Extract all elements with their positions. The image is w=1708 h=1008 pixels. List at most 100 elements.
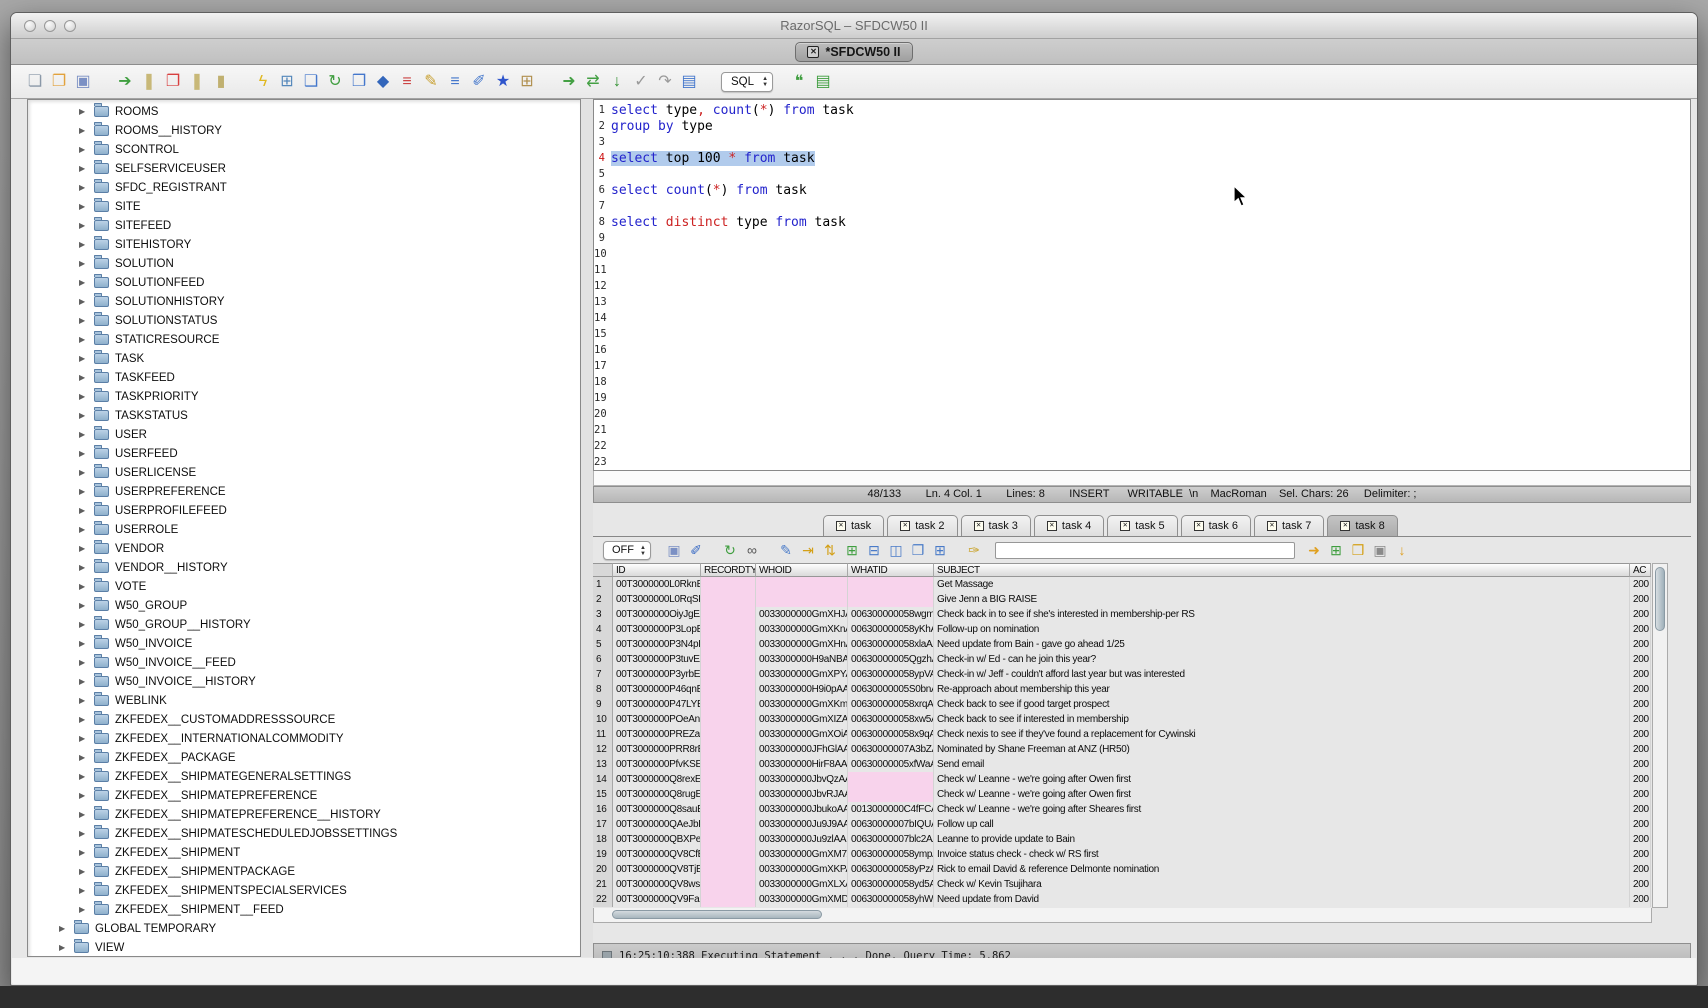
column-header-recordtypeid[interactable]: RECORDTYPEID [701, 563, 756, 577]
expander-icon[interactable]: ▶ [79, 601, 90, 610]
expander-icon[interactable]: ▶ [79, 449, 90, 458]
expander-icon[interactable]: ▶ [79, 392, 90, 401]
tree-item-solutionfeed[interactable]: ▶SOLUTIONFEED [28, 273, 580, 292]
table-row[interactable]: 2000T3000000QV8TjEAL0033000000GmXKPAA300… [593, 862, 1668, 877]
database-icon[interactable]: ▮ [209, 71, 233, 93]
tab-close-icon[interactable]: ✕ [1194, 521, 1204, 531]
table-row[interactable]: 1500T3000000Q8rugEAB0033000000JbvRJAAZCh… [593, 787, 1668, 802]
tree-item-sitefeed[interactable]: ▶SITEFEED [28, 216, 580, 235]
expander-icon[interactable]: ▶ [79, 886, 90, 895]
expander-icon[interactable]: ▶ [79, 487, 90, 496]
table-columns-icon[interactable]: ◫ [885, 539, 907, 561]
insert-row-icon[interactable]: ⇥ [797, 539, 819, 561]
reconnect-icon[interactable]: ⇄ [581, 71, 605, 93]
table-list-icon[interactable]: ⊟ [863, 539, 885, 561]
database-tree[interactable]: ▶ROOMS▶ROOMS__HISTORY▶SCONTROL▶SELFSERVI… [27, 99, 581, 957]
tree-item-zkfedex-shipmategeneralsettings[interactable]: ▶ZKFEDEX__SHIPMATEGENERALSETTINGS [28, 767, 580, 786]
tree-item-weblink[interactable]: ▶WEBLINK [28, 691, 580, 710]
tree-item-w50-invoice-history[interactable]: ▶W50_INVOICE__HISTORY [28, 672, 580, 691]
expander-icon[interactable]: ▶ [79, 240, 90, 249]
tree-item-rooms[interactable]: ▶ROOMS [28, 102, 580, 121]
table-row[interactable]: 1900T3000000QV8CfEAL0033000000GmXM7AAN00… [593, 847, 1668, 862]
notes-icon[interactable]: ❒ [1347, 539, 1369, 561]
horizontal-scrollbar-thumb[interactable] [612, 910, 822, 919]
table-refresh-icon[interactable]: ⊞ [841, 539, 863, 561]
tree-item-userpreference[interactable]: ▶USERPREFERENCE [28, 482, 580, 501]
table-row[interactable]: 2100T3000000QV8wsEAD0033000000GmXLXAA300… [593, 877, 1668, 892]
tree-item-zkfedex-customaddresssource[interactable]: ▶ZKFEDEX__CUSTOMADDRESSSOURCE [28, 710, 580, 729]
fetch-icon[interactable]: ↓ [605, 71, 629, 93]
expander-icon[interactable]: ▶ [79, 544, 90, 553]
tree-item-vote[interactable]: ▶VOTE [28, 577, 580, 596]
expander-icon[interactable]: ▶ [79, 677, 90, 686]
tree-item-zkfedex-shipmentpackage[interactable]: ▶ZKFEDEX__SHIPMENTPACKAGE [28, 862, 580, 881]
document-tab[interactable]: ✕ *SFDCW50 II [795, 42, 912, 62]
table-row[interactable]: 100T3000000L0RknEAFGet Massage200 [593, 577, 1668, 592]
sql-editor[interactable]: 1select type, count(*) from task2group b… [593, 99, 1691, 471]
column-header-subject[interactable]: SUBJECT [934, 563, 1630, 577]
commit-icon[interactable]: ✓ [629, 71, 653, 93]
expander-icon[interactable]: ▶ [79, 658, 90, 667]
next-result-icon[interactable]: ➜ [1303, 539, 1325, 561]
table-row[interactable]: 1800T3000000QBXPeEAP0033000000Ju9zlAAB00… [593, 832, 1668, 847]
tab-close-icon[interactable]: ✕ [1340, 521, 1350, 531]
filter-icon[interactable]: ✐ [685, 539, 707, 561]
tree-item-zkfedex-package[interactable]: ▶ZKFEDEX__PACKAGE [28, 748, 580, 767]
table-row[interactable]: 1600T3000000Q8sauEAB0033000000JbukoAAB00… [593, 802, 1668, 817]
sort-icon[interactable]: ⇅ [819, 539, 841, 561]
tree-item-solution[interactable]: ▶SOLUTION [28, 254, 580, 273]
results-vertical-scrollbar[interactable] [1652, 563, 1668, 908]
tree-item-sitehistory[interactable]: ▶SITEHISTORY [28, 235, 580, 254]
close-window-icon[interactable] [24, 20, 36, 32]
results-horizontal-scrollbar[interactable] [593, 908, 1652, 923]
expander-icon[interactable]: ▶ [79, 126, 90, 135]
sql-doc-icon[interactable]: ❒ [347, 71, 371, 93]
tree-item-vendor-history[interactable]: ▶VENDOR__HISTORY [28, 558, 580, 577]
tree-item-taskstatus[interactable]: ▶TASKSTATUS [28, 406, 580, 425]
result-tab-task-4[interactable]: ✕task 4 [1034, 515, 1104, 536]
new-connection-icon[interactable]: ❚ [185, 71, 209, 93]
column-header-ac[interactable]: AC [1630, 563, 1651, 577]
title-bar[interactable]: RazorSQL – SFDCW50 II [11, 13, 1697, 39]
tree-item-user[interactable]: ▶USER [28, 425, 580, 444]
result-tab-task-3[interactable]: ✕task 3 [961, 515, 1031, 536]
expander-icon[interactable]: ▶ [79, 753, 90, 762]
table-row[interactable]: 300T3000000OiyJgEAJ0033000000GmXHJAA3006… [593, 607, 1668, 622]
table-row[interactable]: 800T3000000P46qnEAB0033000000H9i0pAAB006… [593, 682, 1668, 697]
document-tab-close-icon[interactable]: ✕ [807, 46, 819, 58]
expander-icon[interactable]: ▶ [79, 563, 90, 572]
table-export-icon[interactable]: ⊞ [515, 71, 539, 93]
expander-icon[interactable]: ▶ [79, 221, 90, 230]
connect-icon[interactable]: ➔ [113, 71, 137, 93]
expander-icon[interactable]: ▶ [79, 639, 90, 648]
tree-item-vendor[interactable]: ▶VENDOR [28, 539, 580, 558]
expander-icon[interactable]: ▶ [59, 943, 70, 952]
panel-splitter[interactable] [581, 99, 593, 957]
expander-icon[interactable]: ▶ [79, 373, 90, 382]
mode-select[interactable]: SQL ▲▼ [721, 72, 773, 92]
export-icon[interactable]: ❑ [299, 71, 323, 93]
result-tab-task-2[interactable]: ✕task 2 [887, 515, 957, 536]
expander-icon[interactable]: ▶ [79, 620, 90, 629]
column-header-whoid[interactable]: WHOID [756, 563, 848, 577]
book-icon[interactable]: ◆ [371, 71, 395, 93]
tree-item-selfserviceuser[interactable]: ▶SELFSERVICEUSER [28, 159, 580, 178]
tab-close-icon[interactable]: ✕ [1120, 521, 1130, 531]
column-header-whatid[interactable]: WHATID [848, 563, 934, 577]
refresh-db-icon[interactable]: ↻ [323, 71, 347, 93]
expander-icon[interactable]: ▶ [79, 715, 90, 724]
tab-close-icon[interactable]: ✕ [900, 521, 910, 531]
expander-icon[interactable]: ▶ [79, 810, 90, 819]
view-record-icon[interactable]: ∞ [741, 539, 763, 561]
mode-select-stepper-icon[interactable]: ▲▼ [762, 76, 768, 89]
tree-item-task[interactable]: ▶TASK [28, 349, 580, 368]
result-tab-task-8[interactable]: ✕task 8 [1327, 515, 1397, 536]
expander-icon[interactable]: ▶ [79, 829, 90, 838]
expander-icon[interactable]: ▶ [79, 354, 90, 363]
table-row[interactable]: 1300T3000000PfvKSEAZ0033000000HirF8AAJ00… [593, 757, 1668, 772]
save-icon[interactable]: ▣ [71, 71, 95, 93]
go-icon[interactable]: ➜ [557, 71, 581, 93]
search-input[interactable] [995, 542, 1295, 559]
tree-item-userlicense[interactable]: ▶USERLICENSE [28, 463, 580, 482]
tree-item-w50-group[interactable]: ▶W50_GROUP [28, 596, 580, 615]
